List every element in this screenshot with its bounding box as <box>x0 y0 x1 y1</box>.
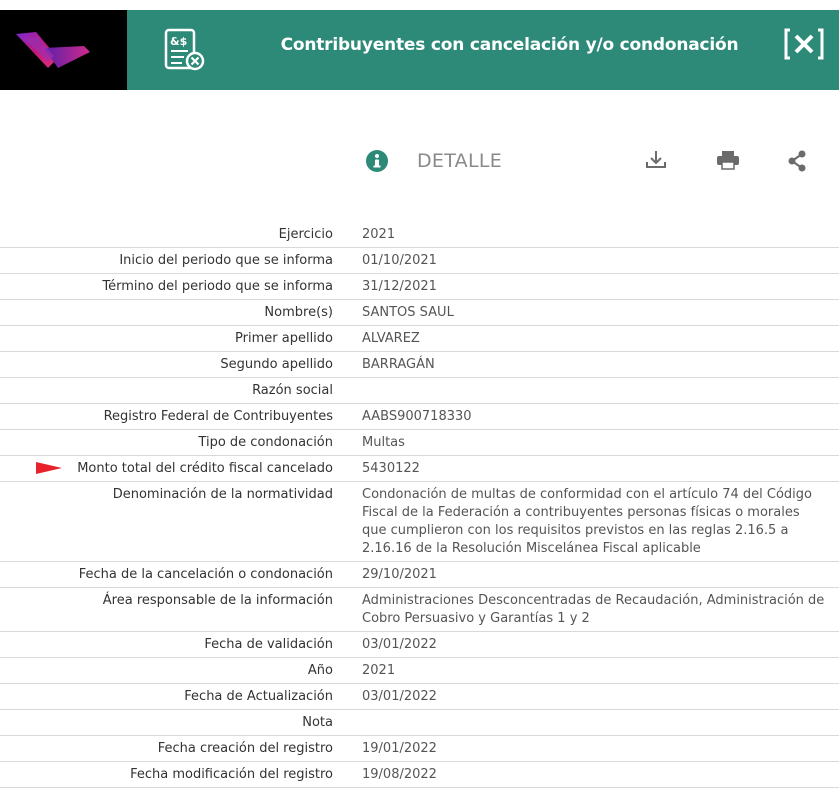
detail-value: Condonación de multas de conformidad con… <box>333 482 839 561</box>
detail-table: Ejercicio2021Inicio del periodo que se i… <box>0 222 839 788</box>
section-title: DETALLE <box>417 150 502 172</box>
document-cancel-icon: &$ <box>162 28 208 74</box>
detail-value: 5430122 <box>333 456 839 481</box>
detail-label-text: Inicio del periodo que se informa <box>119 253 333 268</box>
detail-label-text: Tipo de condonación <box>198 435 333 450</box>
detail-label-text: Fecha de la cancelación o condonación <box>79 567 333 582</box>
detail-row: Ejercicio2021 <box>0 222 839 248</box>
detail-value: 2021 <box>333 222 839 247</box>
detail-row: Nota <box>0 710 839 736</box>
detail-label: Fecha de la cancelación o condonación <box>0 562 333 587</box>
detail-label-text: Término del periodo que se informa <box>102 279 333 294</box>
detail-value: Administraciones Desconcentradas de Reca… <box>333 588 839 631</box>
close-button[interactable] <box>784 27 824 61</box>
detail-row: Año2021 <box>0 658 839 684</box>
detail-row: Tipo de condonaciónMultas <box>0 430 839 456</box>
detail-row: Denominación de la normatividadCondonaci… <box>0 482 839 562</box>
detail-row: Monto total del crédito fiscal cancelado… <box>0 456 839 482</box>
detail-label: Término del periodo que se informa <box>0 274 333 299</box>
svg-text:&$: &$ <box>170 35 187 48</box>
detail-label-text: Fecha modificación del registro <box>130 767 333 782</box>
detail-label-text: Área responsable de la información <box>103 593 333 608</box>
detail-label: Fecha de validación <box>0 632 333 657</box>
detail-label: Denominación de la normatividad <box>0 482 333 561</box>
detail-value: 19/01/2022 <box>333 736 839 761</box>
detail-row: Fecha de Actualización03/01/2022 <box>0 684 839 710</box>
detail-row: Razón social <box>0 378 839 404</box>
page: &$ Contribuyentes con cancelación y/o co… <box>0 0 839 795</box>
detail-label-text: Razón social <box>252 383 333 398</box>
info-icon <box>366 150 388 172</box>
detail-section-header: DETALLE <box>0 145 839 179</box>
detail-label: Monto total del crédito fiscal cancelado <box>0 456 333 481</box>
detail-label: Fecha creación del registro <box>0 736 333 761</box>
detail-label-text: Nota <box>302 715 333 730</box>
detail-label-text: Primer apellido <box>235 331 333 346</box>
detail-row: Fecha modificación del registro19/08/202… <box>0 762 839 788</box>
detail-row: Primer apellidoALVAREZ <box>0 326 839 352</box>
detail-value: ALVAREZ <box>333 326 839 351</box>
detail-label-text: Registro Federal de Contribuyentes <box>104 409 333 424</box>
detail-label-text: Año <box>308 663 333 678</box>
detail-label-text: Fecha de Actualización <box>184 689 333 704</box>
detail-label-text: Fecha creación del registro <box>158 741 333 756</box>
detail-row: Fecha de la cancelación o condonación29/… <box>0 562 839 588</box>
detail-value: 01/10/2021 <box>333 248 839 273</box>
detail-label-text: Monto total del crédito fiscal cancelado <box>77 461 333 476</box>
detail-value: 19/08/2022 <box>333 762 839 787</box>
header-bar: &$ Contribuyentes con cancelación y/o co… <box>0 10 839 90</box>
detail-label: Primer apellido <box>0 326 333 351</box>
detail-label: Tipo de condonación <box>0 430 333 455</box>
detail-row: Nombre(s)SANTOS SAUL <box>0 300 839 326</box>
detail-value <box>333 378 839 403</box>
detail-label-text: Ejercicio <box>279 227 333 242</box>
detail-label: Fecha de Actualización <box>0 684 333 709</box>
detail-label: Nombre(s) <box>0 300 333 325</box>
detail-row: Registro Federal de ContribuyentesAABS90… <box>0 404 839 430</box>
detail-value <box>333 710 839 735</box>
detail-label: Año <box>0 658 333 683</box>
detail-label-text: Segundo apellido <box>220 357 333 372</box>
detail-value: BARRAGÁN <box>333 352 839 377</box>
detail-value: 2021 <box>333 658 839 683</box>
detail-label-text: Denominación de la normatividad <box>113 487 333 502</box>
detail-value: SANTOS SAUL <box>333 300 839 325</box>
detail-label: Inicio del periodo que se informa <box>0 248 333 273</box>
detail-label: Segundo apellido <box>0 352 333 377</box>
detail-value: 31/12/2021 <box>333 274 839 299</box>
detail-value: 29/10/2021 <box>333 562 839 587</box>
print-icon[interactable] <box>716 149 740 171</box>
share-icon[interactable] <box>786 149 808 173</box>
detail-value: Multas <box>333 430 839 455</box>
detail-row: Término del periodo que se informa31/12/… <box>0 274 839 300</box>
red-flag-icon <box>36 462 62 474</box>
brand-logo-icon <box>14 28 94 72</box>
page-title: Contribuyentes con cancelación y/o condo… <box>220 10 799 90</box>
detail-row: Fecha de validación03/01/2022 <box>0 632 839 658</box>
brand-logo[interactable] <box>0 10 127 90</box>
detail-value: AABS900718330 <box>333 404 839 429</box>
detail-value: 03/01/2022 <box>333 632 839 657</box>
detail-label-text: Fecha de validación <box>204 637 333 652</box>
detail-label: Fecha modificación del registro <box>0 762 333 787</box>
detail-row: Área responsable de la informaciónAdmini… <box>0 588 839 632</box>
detail-label: Ejercicio <box>0 222 333 247</box>
detail-value: 03/01/2022 <box>333 684 839 709</box>
detail-label-text: Nombre(s) <box>264 305 333 320</box>
detail-row: Segundo apellidoBARRAGÁN <box>0 352 839 378</box>
detail-row: Fecha creación del registro19/01/2022 <box>0 736 839 762</box>
detail-row: Inicio del periodo que se informa01/10/2… <box>0 248 839 274</box>
download-icon[interactable] <box>645 149 667 171</box>
detail-label: Área responsable de la información <box>0 588 333 631</box>
detail-label: Registro Federal de Contribuyentes <box>0 404 333 429</box>
detail-label: Nota <box>0 710 333 735</box>
detail-label: Razón social <box>0 378 333 403</box>
